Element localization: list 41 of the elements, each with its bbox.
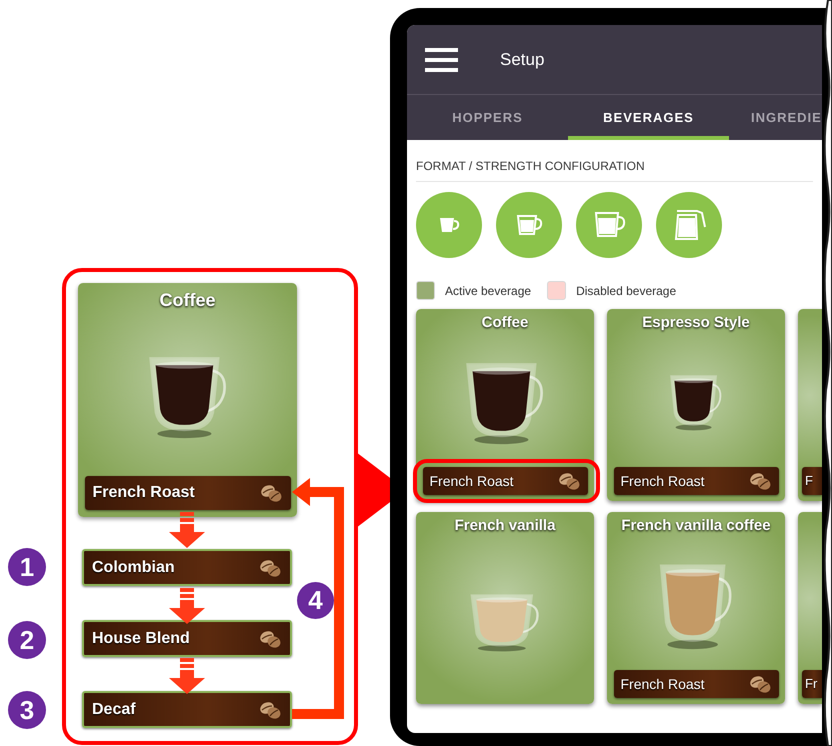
product-name: French Roast: [620, 472, 705, 490]
beverage-card[interactable]: Espresso Style French Roast: [607, 309, 785, 501]
legend-label: Active beverage: [445, 282, 532, 300]
menu-icon[interactable]: [425, 48, 458, 72]
step-badge: 1: [8, 548, 46, 586]
step-badge: 2: [8, 621, 46, 659]
step-badge: 4: [297, 582, 334, 619]
down-arrow: [168, 588, 206, 624]
tab[interactable]: HOPPERS: [407, 95, 568, 140]
beverage-card[interactable]: F: [798, 309, 822, 501]
tab[interactable]: BEVERAGES: [568, 95, 729, 140]
product-name: French Roast: [620, 674, 705, 694]
down-arrow: [168, 512, 206, 548]
beverage-card[interactable]: Coffee French Roast: [78, 283, 297, 517]
coffee-beans-icon: [258, 483, 282, 503]
coffee-beans-icon: [748, 471, 772, 491]
tab[interactable]: INGREDIE: [729, 95, 822, 140]
card-title: Coffee: [482, 313, 528, 333]
coffee-beans-icon: [258, 628, 282, 648]
section-title: FORMAT / STRENGTH CONFIGURATION: [416, 158, 646, 175]
step-badge: 3: [8, 691, 46, 729]
card-title: French vanilla coffee: [621, 516, 771, 536]
product-name: French Roast: [92, 483, 195, 503]
card-title: French vanilla: [454, 516, 556, 536]
legend-label: Disabled beverage: [576, 282, 676, 300]
card-title: Coffee: [159, 289, 216, 312]
beverage-card[interactable]: French vanilla coffee French Roast: [607, 512, 785, 704]
product-name: F: [805, 472, 813, 490]
product-name: Decaf: [92, 700, 136, 720]
product-name: House Blend: [92, 628, 190, 648]
down-arrow: [168, 658, 206, 694]
coffee-beans-icon: [258, 558, 282, 578]
coffee-beans-icon: [556, 471, 580, 491]
app-title: Setup: [500, 48, 544, 71]
card-title: Espresso Style: [642, 313, 750, 333]
beverage-card[interactable]: Fr: [798, 512, 822, 704]
product-name: Fr: [805, 675, 818, 694]
product-name: French Roast: [430, 472, 514, 490]
coffee-beans-icon: [258, 700, 282, 720]
product-name: Colombian: [92, 558, 175, 578]
coffee-beans-icon: [748, 674, 772, 694]
